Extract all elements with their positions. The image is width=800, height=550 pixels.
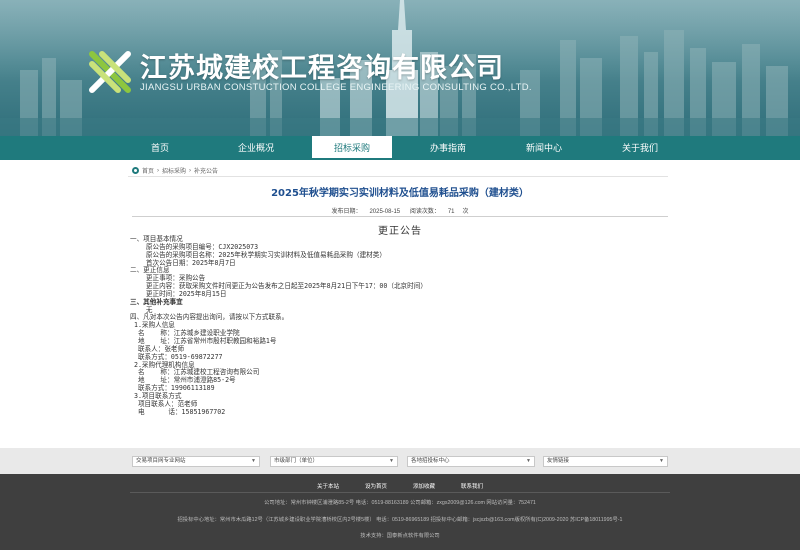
body-line: 地 址：江苏省常州市殷村职教园和裕路1号: [130, 336, 277, 345]
nav-item-news[interactable]: 新闻中心: [504, 136, 584, 160]
breadcrumb-divider: [128, 176, 668, 177]
body-line: 联系方式：0519-69872277: [130, 352, 223, 361]
company-logo-icon: [89, 51, 131, 93]
meta-divider: [132, 216, 668, 217]
nav-item-procurement[interactable]: 招标采购: [312, 136, 392, 160]
footer-links: 关于本站 设为首页 添加收藏 联系我们: [0, 482, 800, 490]
breadcrumb-home[interactable]: 首页: [142, 166, 154, 175]
nav-item-guide[interactable]: 办事指南: [408, 136, 488, 160]
select-value: 各地招投标中心: [411, 458, 450, 464]
breadcrumb-separator: ›: [189, 167, 192, 174]
publish-label: 发布日期：: [331, 209, 362, 215]
views-unit: 次: [462, 209, 469, 215]
footer-bidding-center-info: 招投标中心地址：常州市木瓜路12号（江苏城乡建设职业学院漕桥校区内2号楼5楼） …: [177, 517, 623, 523]
footer-link-set-homepage[interactable]: 设为首页: [365, 482, 387, 490]
select-value: 交易项目网专业网站: [136, 458, 186, 464]
select-value: 市级部门（单位）: [274, 458, 319, 464]
main-nav: 首页 企业概况 招标采购 办事指南 新闻中心 关于我们: [0, 136, 800, 160]
footer-divider: [130, 492, 670, 493]
breadcrumb: 首页 › 招标采购 › 补充公告: [132, 166, 218, 175]
body-line: 四、凡对本次公告内容提出询问，请按以下方式联系。: [130, 313, 289, 322]
select-value: 友情链接: [547, 458, 570, 464]
body-line: 3.项目联系方式: [130, 391, 182, 400]
notice-title: 更正公告: [378, 226, 422, 237]
company-name-en: JIANGSU URBAN CONSTUCTION COLLEGE ENGINE…: [140, 82, 532, 93]
breadcrumb-separator: ›: [157, 167, 160, 174]
body-line-heading: 三、其他补充事宜: [130, 297, 183, 306]
footer-company-info: 公司地址：常州市钟楼区浦澄路85-2号 电话：0519-88163189 公司邮…: [264, 500, 536, 506]
company-name: 江苏城建校工程咨询有限公司: [140, 53, 504, 84]
breadcrumb-procurement[interactable]: 招标采购: [162, 166, 186, 175]
body-line: 联系方式：19906113189: [130, 384, 215, 393]
views-count: 71: [447, 209, 455, 215]
footer-link-add-favorite[interactable]: 添加收藏: [413, 482, 435, 490]
select-bidding-centers[interactable]: 各地招投标中心 ▼: [407, 456, 535, 467]
body-line: 二、更正信息: [130, 266, 170, 275]
footer-link-contact-us[interactable]: 联系我们: [461, 482, 483, 490]
footer-link-about-site[interactable]: 关于本站: [317, 482, 339, 490]
body-line: 更正时间：2025年8月15日: [130, 289, 227, 298]
select-friend-links[interactable]: 友情链接 ▼: [543, 456, 668, 467]
home-icon: [132, 167, 139, 174]
body-line: 电 话：15851967702: [130, 407, 226, 416]
chevron-down-icon: ▼: [526, 458, 531, 464]
breadcrumb-current[interactable]: 补充公告: [194, 166, 218, 175]
links-bar: 交易项目网专业网站 ▼ 市级部门（单位） ▼ 各地招投标中心 ▼ 友情链接 ▼: [0, 448, 800, 474]
select-trade-sites[interactable]: 交易项目网专业网站 ▼: [132, 456, 260, 467]
nav-item-about-us[interactable]: 关于我们: [600, 136, 680, 160]
select-city-departments[interactable]: 市级部门（单位） ▼: [270, 456, 398, 467]
article-body: 一、项目基本情况 原公告的采购项目编号：CJX2025073 原公告的采购项目名…: [130, 235, 670, 416]
publish-date: 2025-08-15: [369, 209, 401, 215]
chevron-down-icon: ▼: [389, 458, 394, 464]
body-line: 首次公告日期：2025年8月7日: [130, 258, 236, 267]
chevron-down-icon: ▼: [251, 458, 256, 464]
views-label: 阅读次数：: [409, 209, 440, 215]
nav-item-about-company[interactable]: 企业概况: [216, 136, 296, 160]
nav-item-home[interactable]: 首页: [120, 136, 200, 160]
footer: 关于本站 设为首页 添加收藏 联系我们 公司地址：常州市钟楼区浦澄路85-2号 …: [0, 474, 800, 550]
article-title: 2025年秋学期实习实训材料及低值易耗品采购（建材类）: [271, 188, 529, 199]
footer-tech-support: 技术支持：国泰新点软件有限公司: [360, 533, 440, 539]
header-banner: 江苏城建校工程咨询有限公司 JIANGSU URBAN CONSTUCTION …: [0, 0, 800, 136]
chevron-down-icon: ▼: [659, 458, 664, 464]
article-meta: 发布日期： 2025-08-15 阅读次数： 71 次: [132, 206, 668, 215]
